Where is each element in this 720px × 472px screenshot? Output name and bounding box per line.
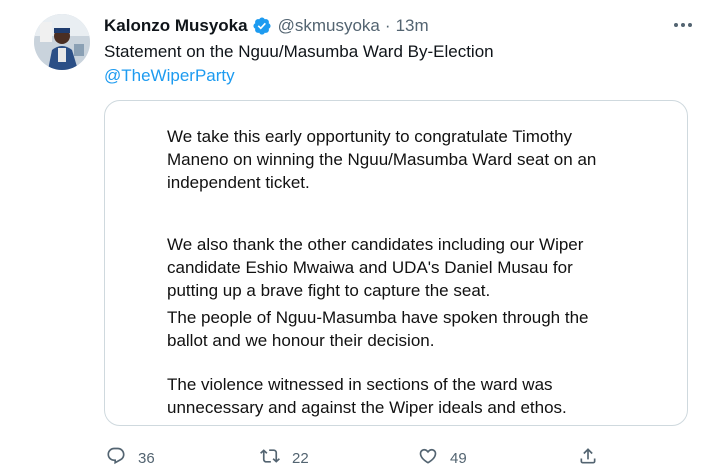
statement-line: ballot and we honour their decision. [167,331,435,350]
statement-paragraph: We take this early opportunity to congra… [167,125,596,194]
author-handle[interactable]: @skmusyoka [278,16,380,36]
share-icon [578,446,598,470]
statement-line: Maneno on winning the Nguu/Masumba Ward … [167,150,597,169]
verified-badge-icon [252,16,272,36]
reply-button[interactable]: 36 [106,446,155,470]
tweet-timestamp[interactable]: 13m [396,16,429,36]
tweet-header: Kalonzo Musyoka @skmusyoka · 13m [104,14,429,38]
statement-paragraph: The violence witnessed in sections of th… [167,373,567,419]
statement-line: unnecessary and against the Wiper ideals… [167,398,567,417]
reply-icon [106,446,126,470]
statement-line: The people of Nguu-Masumba have spoken t… [167,308,589,327]
share-button[interactable] [578,446,598,470]
like-count: 49 [450,449,467,467]
mention-link[interactable]: @TheWiperParty [104,64,494,88]
heart-icon [418,446,438,470]
like-button[interactable]: 49 [418,446,467,470]
tweet-text: Statement on the Nguu/Masumba Ward By-El… [104,40,494,88]
tweet[interactable]: Kalonzo Musyoka @skmusyoka · 13m Stateme… [0,0,720,472]
avatar-photo [34,14,90,70]
statement-line: candidate Eshio Mwaiwa and UDA's Daniel … [167,258,573,277]
retweet-button[interactable]: 22 [260,446,309,470]
header-separator: · [384,16,391,35]
statement-paragraph: We also thank the other candidates inclu… [167,233,583,302]
statement-line: We also thank the other candidates inclu… [167,235,584,254]
statement-paragraph: The people of Nguu-Masumba have spoken t… [167,306,589,352]
statement-line: independent ticket. [167,173,310,192]
tweet-actions: 36 22 49 [104,446,704,470]
retweet-count: 22 [292,449,309,467]
more-options-icon[interactable] [668,14,698,36]
statement-line: We take this early opportunity to congra… [167,127,573,146]
retweet-icon [260,446,280,470]
statement-line: The violence witnessed in sections of th… [167,375,553,394]
avatar[interactable] [34,14,90,70]
reply-count: 36 [138,449,155,467]
author-name[interactable]: Kalonzo Musyoka [104,16,248,36]
tweet-body: Statement on the Nguu/Masumba Ward By-El… [104,42,494,61]
statement-image[interactable]: We take this early opportunity to congra… [104,100,688,426]
statement-line: putting up a brave fight to capture the … [167,281,491,300]
